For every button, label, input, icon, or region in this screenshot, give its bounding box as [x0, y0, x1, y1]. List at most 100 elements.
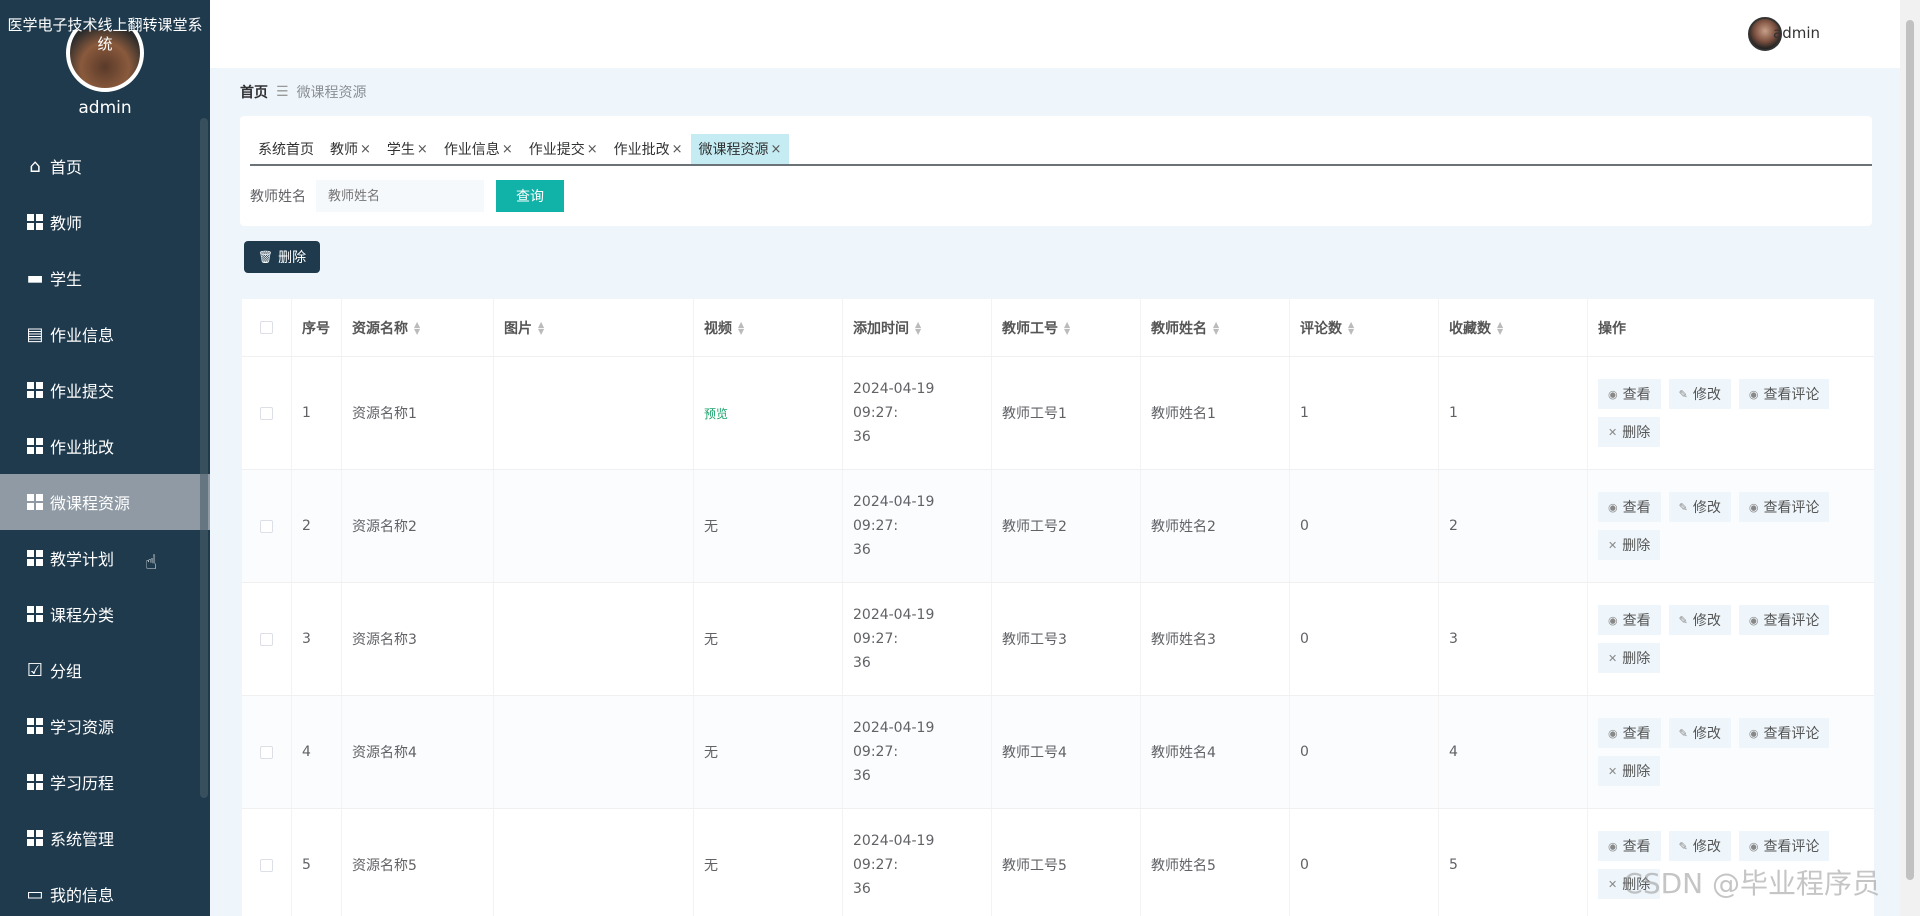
view-comments-button[interactable]: ◉ 查看评论: [1738, 492, 1830, 522]
column-header-label: 序号: [302, 320, 330, 337]
sidebar-item-8[interactable]: 课程分类: [0, 586, 210, 642]
cell-comments: 0: [1290, 696, 1439, 808]
checkbox[interactable]: [260, 321, 273, 334]
edit-button[interactable]: ✎ 修改: [1668, 605, 1731, 635]
edit-button[interactable]: ✎ 修改: [1668, 492, 1731, 522]
column-header[interactable]: 评论数 ▲ ▼: [1290, 299, 1439, 356]
view-button-label: 查看: [1622, 839, 1651, 855]
breadcrumb-home[interactable]: 首页: [240, 82, 268, 102]
view-comments-button[interactable]: ◉ 查看评论: [1738, 605, 1830, 635]
checkbox[interactable]: [260, 519, 273, 533]
row-checkbox-cell[interactable]: [242, 809, 292, 916]
tab-6[interactable]: 微课程资源 ×: [690, 134, 790, 164]
header-username[interactable]: admin: [1773, 24, 1820, 42]
tab-0[interactable]: 系统首页: [250, 134, 322, 164]
view-comments-button[interactable]: ◉ 查看评论: [1738, 831, 1830, 861]
view-button[interactable]: ◉ 查看: [1598, 492, 1661, 522]
sidebar-item-4[interactable]: 作业提交: [0, 362, 210, 418]
close-icon[interactable]: ×: [587, 142, 598, 157]
cell-image: [494, 583, 694, 695]
sidebar-item-6[interactable]: 微课程资源: [0, 474, 210, 530]
close-icon[interactable]: ×: [360, 142, 371, 157]
column-header[interactable]: 图片 ▲ ▼: [494, 299, 694, 356]
sidebar-item-label: 微课程资源: [50, 494, 131, 513]
sort-icon[interactable]: ▲ ▼: [414, 320, 420, 335]
delete-button[interactable]: ✕ 删除: [1598, 643, 1661, 673]
tab-3[interactable]: 作业信息 ×: [436, 134, 521, 164]
view-comments-button[interactable]: ◉ 查看评论: [1738, 718, 1830, 748]
view-button[interactable]: ◉ 查看: [1598, 605, 1661, 635]
edit-button[interactable]: ✎ 修改: [1668, 718, 1731, 748]
sidebar-item-label: 作业提交: [50, 382, 115, 401]
edit-button[interactable]: ✎ 修改: [1668, 831, 1731, 861]
sidebar-item-label: 课程分类: [50, 606, 115, 625]
sidebar-item-1[interactable]: 教师: [0, 194, 210, 250]
tab-4[interactable]: 作业提交 ×: [521, 134, 606, 164]
select-all-checkbox[interactable]: [242, 299, 292, 356]
close-icon[interactable]: ×: [771, 142, 782, 157]
sort-icon[interactable]: ▲ ▼: [1348, 320, 1354, 335]
view-button[interactable]: ◉ 查看: [1598, 831, 1661, 861]
sidebar-item-0[interactable]: ⌂ 首页: [0, 138, 210, 194]
cell-no: 2: [292, 470, 342, 582]
sidebar-item-13[interactable]: ▭ 我的信息: [0, 866, 210, 916]
close-icon[interactable]: ×: [502, 142, 513, 157]
column-header[interactable]: 视频 ▲ ▼: [694, 299, 843, 356]
sort-icon[interactable]: ▲ ▼: [1064, 320, 1070, 335]
column-header[interactable]: 教师工号 ▲ ▼: [992, 299, 1141, 356]
sort-icon[interactable]: ▲ ▼: [538, 320, 544, 335]
cell-time: 2024-04-19 09:27: 36: [843, 470, 992, 582]
teacher-name-input[interactable]: [316, 180, 484, 212]
sidebar-item-7[interactable]: 教学计划: [0, 530, 210, 586]
sidebar-scrollbar[interactable]: [200, 118, 208, 798]
view-comments-button[interactable]: ◉ 查看评论: [1738, 379, 1830, 409]
sidebar-item-11[interactable]: 学习历程: [0, 754, 210, 810]
column-header[interactable]: 收藏数 ▲ ▼: [1439, 299, 1588, 356]
sort-icon[interactable]: ▲ ▼: [1497, 320, 1503, 335]
sort-icon[interactable]: ▲ ▼: [1213, 320, 1219, 335]
row-checkbox-cell[interactable]: [242, 470, 292, 582]
column-header[interactable]: 教师姓名 ▲ ▼: [1141, 299, 1290, 356]
cell-no: 1: [292, 357, 342, 469]
row-checkbox-cell[interactable]: [242, 696, 292, 808]
video-preview-link[interactable]: 预览: [704, 405, 728, 422]
sort-icon[interactable]: ▲ ▼: [915, 320, 921, 335]
delete-button[interactable]: ✕ 删除: [1598, 756, 1661, 786]
view-button[interactable]: ◉ 查看: [1598, 718, 1661, 748]
edit-button-label: 修改: [1692, 839, 1721, 855]
edit-button[interactable]: ✎ 修改: [1668, 379, 1731, 409]
row-checkbox-cell[interactable]: [242, 357, 292, 469]
grid-icon: [24, 547, 46, 569]
tab-5[interactable]: 作业批改 ×: [606, 134, 691, 164]
app-title: 医学电子技术线上翻转课堂系统: [7, 16, 203, 53]
checkbox[interactable]: [260, 745, 273, 759]
time-line-2: 36: [853, 655, 871, 671]
row-checkbox-cell[interactable]: [242, 583, 292, 695]
checkbox[interactable]: [260, 632, 273, 646]
delete-button[interactable]: ✕ 删除: [1598, 530, 1661, 560]
tab-1[interactable]: 教师 ×: [322, 134, 379, 164]
view-button[interactable]: ◉ 查看: [1598, 379, 1661, 409]
close-icon[interactable]: ×: [417, 142, 428, 157]
sidebar-item-10[interactable]: 学习资源: [0, 698, 210, 754]
cell-teacher-name: 教师姓名3: [1141, 583, 1290, 695]
batch-delete-button[interactable]: 🗑 删除: [244, 241, 320, 273]
sidebar-item-2[interactable]: ▬ 学生: [0, 250, 210, 306]
delete-button[interactable]: ✕ 删除: [1598, 417, 1661, 447]
sidebar-item-3[interactable]: ▤ 作业信息: [0, 306, 210, 362]
close-icon[interactable]: ×: [672, 142, 683, 157]
sidebar-item-9[interactable]: ☑ 分组: [0, 642, 210, 698]
sidebar-item-5[interactable]: 作业批改: [0, 418, 210, 474]
tab-2[interactable]: 学生 ×: [379, 134, 436, 164]
checkbox[interactable]: [260, 858, 273, 872]
page-scrollbar[interactable]: [1900, 0, 1920, 916]
search-button[interactable]: 查询: [496, 180, 564, 212]
sidebar-item-12[interactable]: 系统管理: [0, 810, 210, 866]
delete-button-label: 删除: [1622, 538, 1651, 554]
column-header[interactable]: 资源名称 ▲ ▼: [342, 299, 494, 356]
sort-icon[interactable]: ▲ ▼: [738, 320, 744, 335]
checkbox[interactable]: [260, 406, 273, 420]
column-header-label: 视频: [704, 320, 732, 337]
column-header[interactable]: 添加时间 ▲ ▼: [843, 299, 992, 356]
cell-actions: ◉ 查看 ✎ 修改 ◉ 查看评论 ✕ 删除: [1588, 357, 1874, 469]
